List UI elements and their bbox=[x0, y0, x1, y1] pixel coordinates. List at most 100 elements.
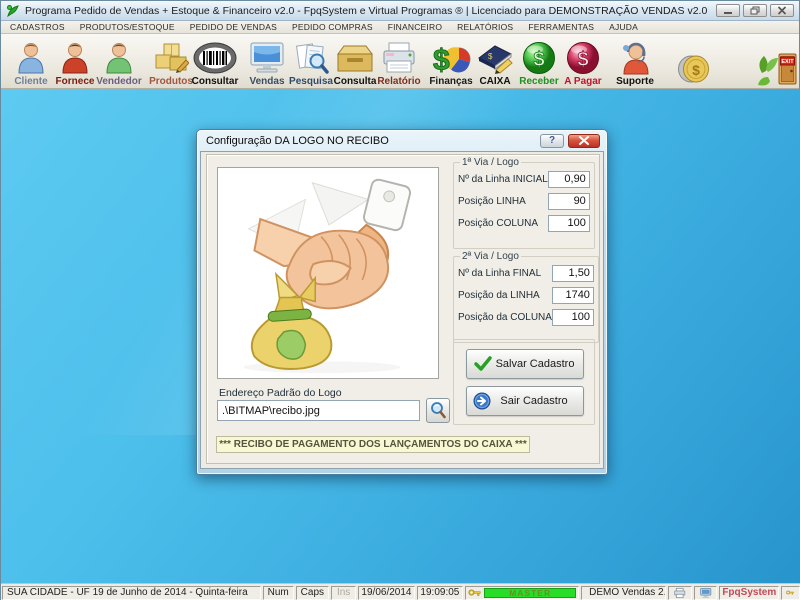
dialog-help-button[interactable]: ? bbox=[540, 134, 564, 148]
drawer-icon bbox=[335, 39, 375, 76]
status-app-version-panel: DEMO Vendas 2.0 bbox=[581, 586, 666, 600]
search-documents-icon bbox=[293, 39, 329, 76]
toolbar-button-financas[interactable]: $ Finanças bbox=[429, 34, 473, 88]
input-posicao-linha-2[interactable] bbox=[552, 287, 594, 304]
field-row: Posição COLUNA bbox=[458, 212, 590, 234]
toolbar-label-pesquisa: Pesquisa bbox=[289, 76, 333, 87]
pay-red-sphere-icon: $ bbox=[566, 39, 600, 76]
toolbar-button-vendas[interactable]: Vendas bbox=[245, 34, 289, 88]
label-posicao-linha-1: Posição LINHA bbox=[458, 196, 526, 207]
save-button[interactable]: Salvar Cadastro bbox=[466, 349, 584, 379]
toolbar-label-vendedor: Vendedor bbox=[96, 76, 142, 87]
ledger-book-icon: $ bbox=[475, 39, 515, 76]
exit-button[interactable]: Sair Cadastro bbox=[466, 386, 584, 416]
logo-preview-image bbox=[217, 167, 439, 379]
menu-bar: CADASTROS PRODUTOS/ESTOQUE PEDIDO DE VEN… bbox=[1, 21, 799, 34]
toolbar-button-coin[interactable]: $ bbox=[665, 34, 723, 88]
input-linha-inicial[interactable] bbox=[548, 171, 590, 188]
toolbar-label-suporte: Suporte bbox=[616, 76, 654, 87]
restore-icon bbox=[750, 6, 760, 15]
label-linha-final: Nº da Linha FINAL bbox=[458, 268, 541, 279]
field-row: Nº da Linha INICIAL bbox=[458, 168, 590, 190]
group-via2-title: 2ª Via / Logo bbox=[460, 251, 521, 262]
dialog-close-button[interactable] bbox=[568, 134, 600, 148]
toolbar-button-suporte[interactable]: Suporte bbox=[613, 34, 657, 88]
minimize-button[interactable] bbox=[716, 4, 740, 17]
input-posicao-coluna-2[interactable] bbox=[552, 309, 594, 326]
svg-text:$: $ bbox=[692, 62, 700, 78]
receive-green-sphere-icon: $ bbox=[522, 39, 556, 76]
finance-dollar-pie-icon: $ bbox=[431, 39, 471, 76]
toolbar-button-caixa[interactable]: $ CAIXA bbox=[473, 34, 517, 88]
close-button[interactable] bbox=[770, 4, 794, 17]
toolbar-label-vendas: Vendas bbox=[249, 76, 284, 87]
group-via1-title: 1ª Via / Logo bbox=[460, 157, 521, 168]
menu-ajuda[interactable]: AJUDA bbox=[609, 22, 638, 32]
status-date: 19/06/2014 bbox=[358, 586, 414, 600]
input-linha-final[interactable] bbox=[552, 265, 594, 282]
menu-pedido-compras[interactable]: PEDIDO COMPRAS bbox=[292, 22, 373, 32]
logo-config-dialog: Configuração DA LOGO NO RECIBO ? bbox=[196, 129, 608, 475]
field-row: Nº da Linha FINAL bbox=[458, 262, 594, 284]
logo-path-input[interactable] bbox=[217, 400, 420, 421]
check-icon bbox=[473, 355, 493, 373]
save-button-label: Salvar Cadastro bbox=[493, 358, 577, 370]
status-computer-panel[interactable] bbox=[694, 586, 717, 600]
toolbar-label-consulta: Consulta bbox=[334, 76, 377, 87]
field-row: Posição da LINHA bbox=[458, 284, 594, 306]
toolbar-button-cliente[interactable]: Cliente bbox=[9, 34, 53, 88]
logo-path-label: Endereço Padrão do Logo bbox=[219, 387, 342, 399]
toolbar-label-cliente: Cliente bbox=[14, 76, 47, 87]
status-key-panel[interactable] bbox=[781, 586, 800, 600]
input-posicao-coluna-1[interactable] bbox=[548, 215, 590, 232]
toolbar-button-consultar[interactable]: Consultar bbox=[193, 34, 237, 88]
key-icon bbox=[468, 587, 482, 598]
support-headset-icon bbox=[617, 39, 653, 76]
toolbar-button-pesquisa[interactable]: Pesquisa bbox=[289, 34, 333, 88]
input-posicao-linha-1[interactable] bbox=[548, 193, 590, 210]
menu-produtos-estoque[interactable]: PRODUTOS/ESTOQUE bbox=[80, 22, 175, 32]
main-toolbar: Cliente Fornece Vendedor Produtos bbox=[1, 34, 799, 89]
menu-relatorios[interactable]: RELATÓRIOS bbox=[457, 22, 513, 32]
toolbar-button-vendedor[interactable]: Vendedor bbox=[97, 34, 141, 88]
toolbar-button-consulta[interactable]: Consulta bbox=[333, 34, 377, 88]
svg-text:$: $ bbox=[577, 49, 588, 71]
toolbar-label-relatorio: Relatório bbox=[377, 76, 420, 87]
toolbar-label-a-pagar: A Pagar bbox=[564, 76, 601, 87]
status-capslock: Caps bbox=[296, 586, 329, 600]
status-bar: SUA CIDADE - UF 19 de Junho de 2014 - Qu… bbox=[1, 583, 800, 600]
status-time: 19:09:05 bbox=[417, 586, 464, 600]
toolbar-button-a-pagar[interactable]: $ A Pagar bbox=[561, 34, 605, 88]
client-person-icon bbox=[14, 39, 48, 76]
toolbar-button-fornecedor[interactable]: Fornece bbox=[53, 34, 97, 88]
window-controls bbox=[716, 4, 794, 17]
toolbar-label-caixa: CAIXA bbox=[479, 76, 510, 87]
label-linha-inicial: Nº da Linha INICIAL bbox=[458, 174, 548, 185]
status-user-panel: MASTER bbox=[465, 586, 579, 600]
computer-small-icon bbox=[699, 587, 712, 599]
toolbar-button-exit[interactable]: EXIT bbox=[731, 34, 800, 88]
receipt-footer-banner: *** RECIBO DE PAGAMENTO DOS LANÇAMENTOS … bbox=[216, 436, 530, 453]
status-printer-panel[interactable] bbox=[668, 586, 691, 600]
browse-button[interactable] bbox=[426, 398, 450, 423]
toolbar-button-produtos[interactable]: Produtos bbox=[149, 34, 193, 88]
toolbar-label-fornece: Fornece bbox=[56, 76, 95, 87]
menu-cadastros[interactable]: CADASTROS bbox=[10, 22, 65, 32]
dialog-panel: 1ª Via / Logo Nº da Linha INICIAL Posiçã… bbox=[206, 154, 600, 464]
status-insert: Ins bbox=[331, 586, 356, 600]
seller-person-icon bbox=[102, 39, 136, 76]
toolbar-button-receber[interactable]: $ Receber bbox=[517, 34, 561, 88]
dialog-close-icon bbox=[578, 136, 590, 145]
restore-button[interactable] bbox=[743, 4, 767, 17]
label-posicao-coluna-1: Posição COLUNA bbox=[458, 218, 538, 229]
menu-pedido-de-vendas[interactable]: PEDIDO DE VENDAS bbox=[190, 22, 277, 32]
menu-financeiro[interactable]: FINANCEIRO bbox=[388, 22, 442, 32]
svg-text:$: $ bbox=[533, 49, 544, 71]
toolbar-button-relatorio[interactable]: Relatório bbox=[377, 34, 421, 88]
title-bar: Programa Pedido de Vendas + Estoque & Fi… bbox=[1, 1, 799, 21]
label-posicao-linha-2: Posição da LINHA bbox=[458, 290, 540, 301]
mdi-client-area: Configuração DA LOGO NO RECIBO ? bbox=[1, 89, 800, 583]
monitor-icon bbox=[249, 39, 285, 76]
status-app-version: DEMO Vendas 2.0 bbox=[589, 587, 666, 598]
menu-ferramentas[interactable]: FERRAMENTAS bbox=[528, 22, 594, 32]
